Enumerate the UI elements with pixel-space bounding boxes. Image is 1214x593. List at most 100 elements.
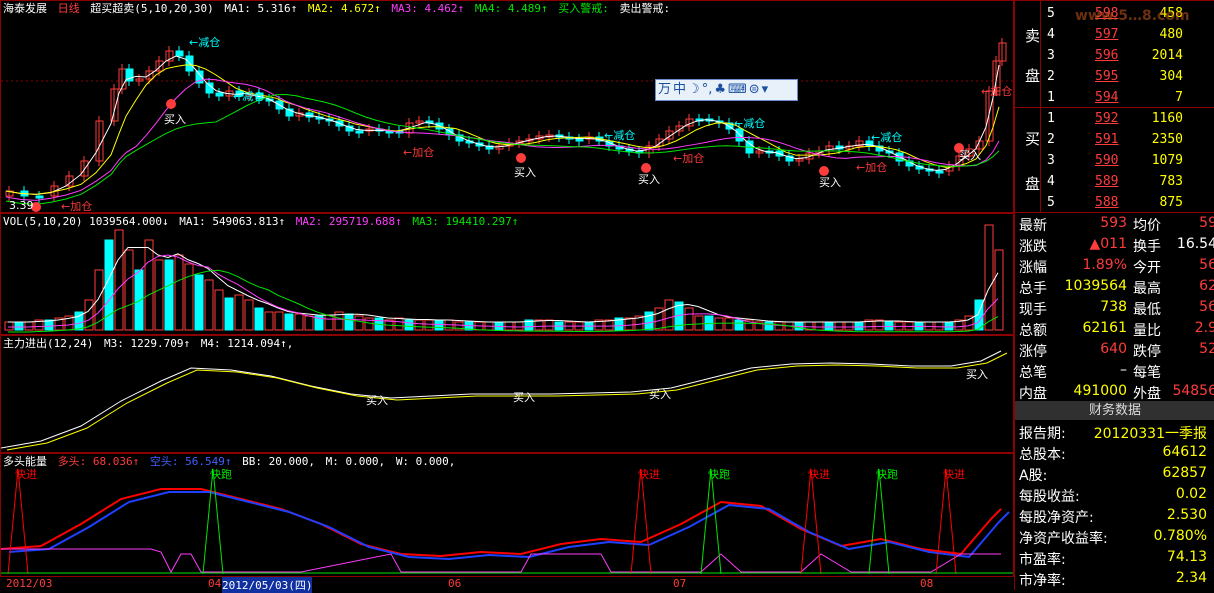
volume-bar <box>254 307 264 331</box>
level-price[interactable]: 589 <box>1095 174 1118 189</box>
quote-label: 现手 <box>1019 302 1047 318</box>
quote-value: 2.9 <box>1194 320 1214 336</box>
buy-level-row[interactable]: 2 591 2350 <box>1015 129 1214 150</box>
finance-label: 每股净资产: <box>1019 510 1094 526</box>
buy-label: 买入 <box>638 173 660 186</box>
level-price[interactable]: 588 <box>1095 195 1118 210</box>
quote-value: 593 <box>1100 215 1127 231</box>
volume-bar <box>4 321 14 331</box>
candle-body <box>35 195 44 199</box>
level-price[interactable]: 594 <box>1095 90 1118 105</box>
level-volume: 1079 <box>1151 153 1183 168</box>
finance-row: 净资产收益率: 0.780% <box>1015 526 1214 547</box>
buy-level-row[interactable]: 3 590 1079 <box>1015 150 1214 171</box>
buy-level-row[interactable]: 1 592 1160 <box>1015 108 1214 129</box>
ime-toolbar[interactable]: 万中 ☽ °, ♣ ⌨ ⊜ ▾ <box>655 79 798 101</box>
sell-level-row[interactable]: 1 594 7 <box>1015 87 1214 108</box>
sell-level-row[interactable]: 2 595 304 <box>1015 66 1214 87</box>
zhuli-header: 主力进出(12,24) M3: 1229.709↑ M4: 1214.094↑, <box>3 337 297 350</box>
zhuli-panel[interactable]: 主力进出(12,24) M3: 1229.709↑ M4: 1214.094↑,… <box>0 335 1014 453</box>
level-price[interactable]: 590 <box>1095 153 1118 168</box>
toolbar-button-4[interactable]: ♣ <box>714 81 726 99</box>
quote-row: 总手 1039564 最高 62 <box>1015 276 1214 297</box>
zhuli-m3: M3: 1229.709↑ <box>103 337 191 350</box>
quote-value: 62161 <box>1082 320 1127 336</box>
volume-bar <box>244 299 254 331</box>
kuaipao-label: 快跑 <box>708 468 730 481</box>
reduce-position-label: ←减仓 <box>734 117 766 130</box>
ma4-value: MA4: 4.489↑ <box>474 2 548 15</box>
date-label: 04 <box>208 577 222 590</box>
volume-bar <box>624 317 634 331</box>
quote-label: 外盘 <box>1133 386 1161 402</box>
volume-bar <box>264 311 274 331</box>
level-price[interactable]: 591 <box>1095 132 1118 147</box>
finance-label: 每股收益: <box>1019 489 1080 505</box>
kuaijin-spike <box>800 468 822 575</box>
kline-panel[interactable]: 海泰发展 日线 超买超卖(5,10,20,30) MA1: 5.316↑ MA2… <box>0 0 1014 213</box>
kongtou-line <box>8 491 1010 561</box>
toolbar-button-0[interactable]: 万 <box>658 81 671 99</box>
quote-row: 涨停 640 跌停 52 <box>1015 339 1214 360</box>
quote-row: 最新 593 均价 59 <box>1015 213 1214 234</box>
level-price[interactable]: 592 <box>1095 111 1118 126</box>
finance-title[interactable]: 财务数据 <box>1015 401 1214 420</box>
sell-level-row[interactable]: 4 597 480 <box>1015 24 1214 45</box>
volume-panel[interactable]: VOL(5,10,20) 1039564.000↓ MA1: 549063.81… <box>0 213 1014 335</box>
duotou-panel[interactable]: 多头能量 多头: 68.036↑ 空头: 56.549↑ BB: 20.000,… <box>0 453 1014 577</box>
volume-bar <box>814 321 824 331</box>
bb-value: BB: 20.000, <box>242 455 315 468</box>
volume-bar <box>544 319 554 331</box>
volume-bar <box>714 317 724 331</box>
kuaipao-spike <box>202 468 224 575</box>
level-number: 2 <box>1047 69 1055 84</box>
finance-value: 64612 <box>1162 444 1207 460</box>
candle-body <box>175 50 184 57</box>
buy-level-row[interactable]: 4 589 783 <box>1015 171 1214 192</box>
period-label[interactable]: 日线 <box>58 2 80 15</box>
kuaipao-label: 快跑 <box>876 468 898 481</box>
quote-value: 1.89% <box>1082 257 1127 273</box>
buy-label-2: 盘 <box>1025 175 1041 193</box>
level-price[interactable]: 596 <box>1095 48 1118 63</box>
zhuli-m4-line <box>6 352 1008 451</box>
candle-body <box>575 138 584 142</box>
date-label: 06 <box>448 577 462 590</box>
quote-label: 每笔 <box>1133 365 1161 381</box>
toolbar-button-1[interactable]: 中 <box>673 81 686 99</box>
quote-label: 涨幅 <box>1019 260 1047 276</box>
toolbar-button-2[interactable]: ☽ <box>688 81 700 99</box>
volume-bar <box>24 321 34 331</box>
buy-dot <box>516 153 526 163</box>
finance-value: 62857 <box>1162 465 1207 481</box>
toolbar-button-6[interactable]: ⊜ <box>749 81 760 99</box>
quote-value: – <box>1120 362 1127 378</box>
add-position-label: ←加仓 <box>673 152 705 165</box>
indicator-name[interactable]: 超买超卖(5,10,20,30) <box>90 2 213 15</box>
finance-row: 市盈率: 74.13 <box>1015 547 1214 568</box>
level-price[interactable]: 595 <box>1095 69 1118 84</box>
buy-label: 买入 <box>959 149 981 162</box>
level-number: 2 <box>1047 132 1055 147</box>
sell-level-row[interactable]: 3 596 2014 <box>1015 45 1214 66</box>
toolbar-button-3[interactable]: °, <box>702 81 713 99</box>
level-volume: 480 <box>1159 27 1183 42</box>
toolbar-button-5[interactable]: ⌨ <box>728 81 747 99</box>
volume-bar <box>414 319 424 331</box>
volume-bar <box>944 321 954 331</box>
finance-row: 每股净资产: 2.530 <box>1015 505 1214 526</box>
date-label: 2012/05/03(四) <box>222 577 313 593</box>
quote-label: 换手 <box>1133 239 1161 255</box>
sell-label-2: 盘 <box>1025 67 1041 85</box>
volume-bar <box>294 313 304 331</box>
quote-value: 62 <box>1199 278 1214 294</box>
quote-label: 最高 <box>1133 281 1161 297</box>
finance-row: A股: 62857 <box>1015 463 1214 484</box>
volume-bar <box>224 297 234 331</box>
volume-chart <box>4 224 1004 333</box>
quote-label: 跌停 <box>1133 344 1161 360</box>
toolbar-button-7[interactable]: ▾ <box>762 81 769 99</box>
add-position-label: ←加仓 <box>61 200 93 213</box>
buy-level-row[interactable]: 5 588 875 <box>1015 192 1214 213</box>
level-price[interactable]: 597 <box>1095 27 1118 42</box>
